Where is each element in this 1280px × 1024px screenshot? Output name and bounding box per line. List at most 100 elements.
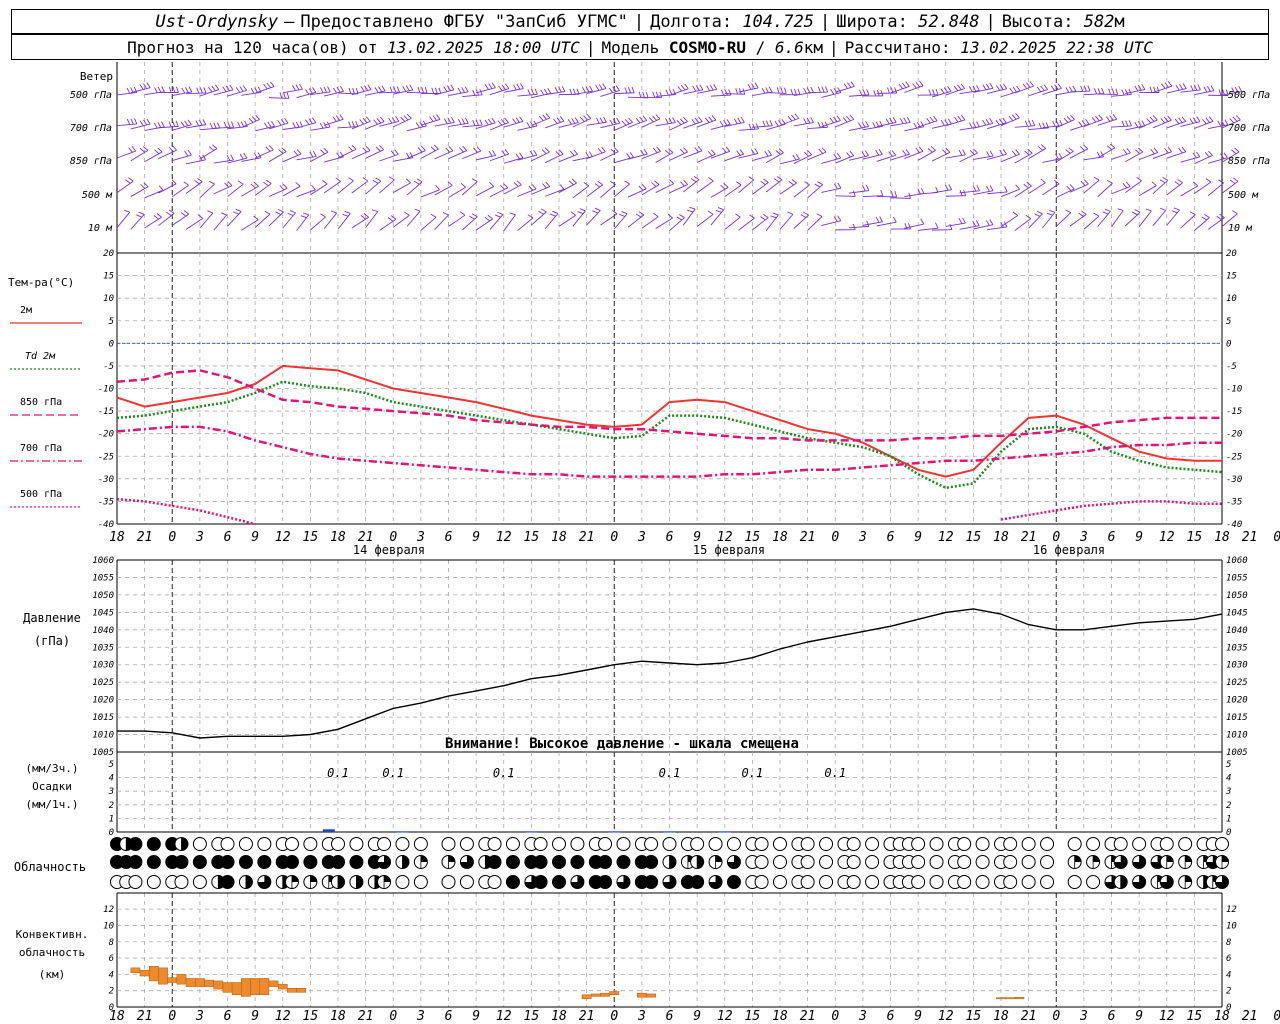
cloud-circle bbox=[192, 837, 207, 851]
conv-cloud-bar bbox=[600, 992, 610, 997]
wind-barb-feather bbox=[615, 85, 620, 91]
wind-barb bbox=[116, 146, 137, 159]
cloud-cover-symbol bbox=[1040, 855, 1055, 869]
wind-barb-shaft bbox=[296, 214, 310, 231]
wind-barb-feather bbox=[879, 216, 883, 223]
y-tick-label-right: 1025 bbox=[1226, 678, 1248, 688]
wind-barb bbox=[1069, 179, 1089, 193]
conv-cloud-bar bbox=[204, 979, 214, 987]
wind-barb-feather bbox=[1002, 117, 1007, 124]
wind-barb-feather bbox=[172, 145, 177, 151]
cloud-cover-symbol bbox=[1021, 837, 1036, 851]
y-tick-label-right: 1020 bbox=[1226, 696, 1248, 706]
wind-barb-shaft bbox=[517, 125, 538, 131]
cloud-fill bbox=[221, 875, 234, 889]
conv-cloud-bar bbox=[277, 983, 288, 990]
wind-barb-feather bbox=[814, 183, 821, 188]
conv-cloud-bar bbox=[1014, 996, 1025, 1000]
wind-barb bbox=[849, 185, 870, 194]
wind-level-label-right: 850 гПа bbox=[1228, 156, 1270, 167]
wind-barb-feather bbox=[286, 92, 290, 99]
wind-barb bbox=[835, 190, 856, 197]
wind-barb-feather bbox=[803, 87, 807, 94]
wind-barb-feather bbox=[737, 117, 742, 124]
wind-barb-feather bbox=[736, 150, 741, 156]
wind-barb bbox=[821, 182, 842, 193]
wind-barb bbox=[1083, 212, 1100, 230]
wind-barb-shaft bbox=[255, 125, 275, 132]
wind-barb-feather bbox=[690, 178, 697, 183]
wind-barb-feather bbox=[275, 211, 282, 216]
wind-barb-feather bbox=[642, 115, 648, 121]
wind-barb-feather bbox=[309, 151, 314, 158]
cloud-cover-symbol bbox=[975, 875, 990, 889]
wind-barb-feather bbox=[1105, 116, 1111, 122]
cloud-cover-symbol bbox=[284, 837, 299, 851]
wind-barb-feather bbox=[969, 122, 973, 129]
wind-barb-feather bbox=[180, 212, 187, 217]
wind-barb-feather bbox=[1178, 147, 1183, 154]
wind-barb-feather bbox=[300, 215, 307, 219]
wind-barb bbox=[462, 213, 478, 231]
wind-barb-feather bbox=[1174, 118, 1180, 125]
wind-barb-shaft bbox=[1125, 89, 1145, 95]
wind-barb-feather bbox=[1231, 149, 1237, 155]
conv-cloud-bar bbox=[231, 982, 242, 996]
wind-barb-feather bbox=[846, 115, 851, 122]
wind-barb-feather bbox=[1175, 84, 1180, 91]
wind-barb bbox=[323, 210, 338, 229]
wind-barb-feather bbox=[579, 208, 586, 212]
cloud-cover-symbol bbox=[395, 855, 410, 869]
wind-barb-feather bbox=[263, 181, 269, 187]
wind-barb bbox=[669, 147, 688, 161]
wind-barb bbox=[987, 149, 1007, 160]
wind-barb-feather bbox=[416, 178, 423, 183]
conv-cloud-bar bbox=[148, 965, 159, 982]
wind-barb bbox=[655, 88, 677, 97]
x-tick-label: 6 bbox=[887, 1009, 895, 1024]
wind-barb bbox=[724, 213, 741, 230]
wind-barb bbox=[1042, 83, 1062, 95]
wind-barb-feather bbox=[787, 116, 793, 122]
cloud-cover-symbol bbox=[1215, 875, 1229, 889]
wind-barb-feather bbox=[505, 83, 510, 89]
wind-barb-shaft bbox=[904, 126, 924, 132]
wind-barb-shaft bbox=[600, 122, 621, 129]
wind-barb bbox=[586, 116, 607, 126]
wind-barb-feather bbox=[735, 213, 741, 218]
wind-barb bbox=[1042, 153, 1063, 163]
cloud-circle bbox=[331, 837, 345, 851]
wind-barb-shaft bbox=[613, 213, 628, 230]
wind-barb-feather bbox=[230, 154, 234, 161]
wind-barb-feather bbox=[545, 113, 551, 119]
wind-barb-shaft bbox=[434, 214, 449, 230]
wind-barb-feather bbox=[754, 82, 759, 89]
wind-barb-feather bbox=[989, 150, 994, 157]
wind-barb-feather bbox=[123, 209, 130, 213]
y-tick-label-left: 15 bbox=[103, 272, 114, 282]
wind-barb-feather bbox=[1134, 85, 1139, 92]
wind-barb-feather bbox=[1174, 181, 1181, 186]
wind-barb-shaft bbox=[821, 187, 842, 193]
wind-barb bbox=[213, 212, 228, 231]
cloud-cover-symbol bbox=[616, 875, 631, 889]
wind-barb bbox=[420, 114, 441, 126]
wind-barb-feather bbox=[776, 87, 780, 94]
wind-barb-shaft bbox=[710, 123, 731, 130]
wind-barb-feather bbox=[282, 183, 288, 189]
wind-barb-feather bbox=[603, 116, 607, 123]
wind-barb bbox=[379, 149, 399, 162]
wind-barb-shaft bbox=[476, 155, 496, 161]
wind-barb-feather bbox=[1106, 145, 1113, 150]
wind-barb-feather bbox=[362, 177, 369, 182]
y-tick-label-right: 1 bbox=[1226, 814, 1231, 824]
cloud-cover-symbol bbox=[505, 837, 520, 851]
precip-bar bbox=[322, 829, 335, 832]
wind-barb-feather bbox=[184, 120, 189, 126]
wind-barb bbox=[1111, 147, 1131, 160]
wind-barb-feather bbox=[651, 182, 657, 187]
wind-barb-feather bbox=[139, 84, 144, 90]
cloud-cover-symbol bbox=[303, 875, 318, 889]
wind-barb-feather bbox=[227, 121, 231, 128]
wind-barb-shaft bbox=[613, 183, 630, 198]
